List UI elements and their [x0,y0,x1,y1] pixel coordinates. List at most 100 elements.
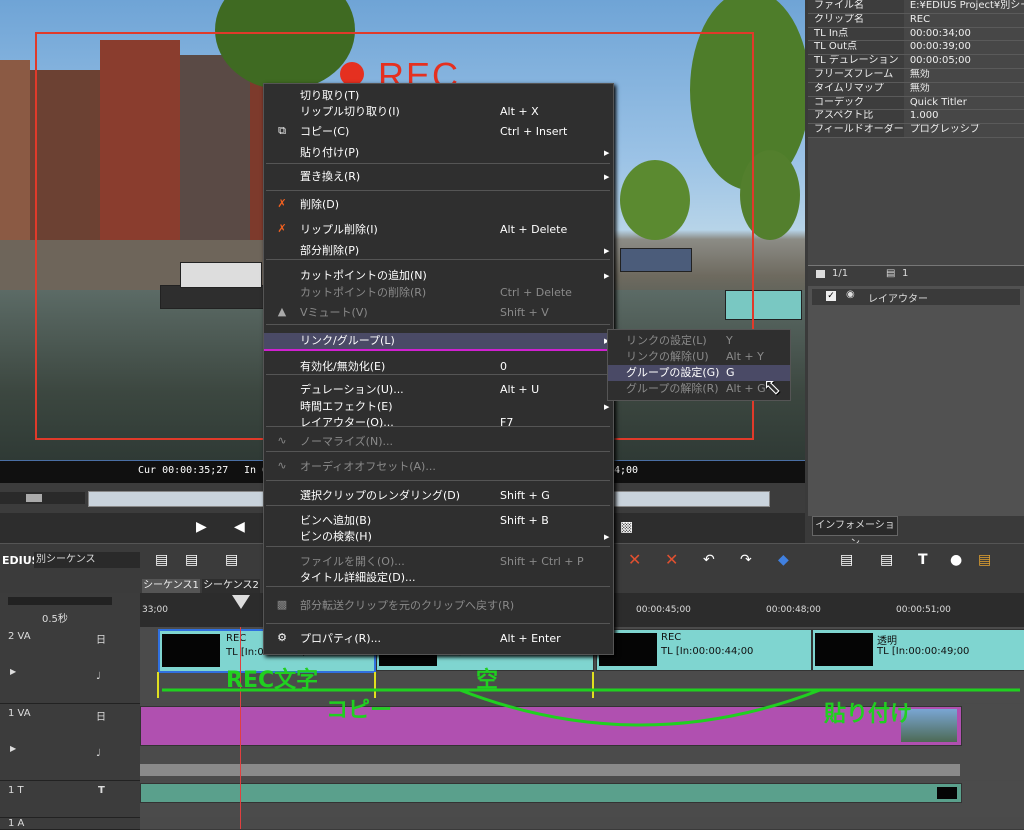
submenu-item-shortcut: Alt + G [726,382,766,395]
menu-item[interactable]: 時間エフェクト(E) ▶ [264,399,613,415]
menu-item: ▩ 部分転送クリップを元のクリップへ戻す(R) [264,598,613,614]
normalize-icon: ∿ [277,434,287,447]
restore-icon: ▩ [276,598,288,611]
menu-item-label: タイトル詳細設定(D)... [300,571,416,584]
menu-item-label: デュレーション(U)... [300,383,404,396]
menu-item-shortcut: Alt + X [500,105,539,118]
menu-item[interactable]: ✗ 削除(D) [264,197,613,213]
audio-offset-icon: ∿ [277,459,287,472]
menu-item-label: プロパティ(R)... [300,632,382,645]
menu-item: カットポイントの削除(R) Ctrl + Delete [264,285,613,301]
menu-item-label: リップル削除(I) [300,223,378,236]
properties-icon: ⚙ [277,631,287,644]
menu-item-label: ファイルを開く(O)... [300,555,405,568]
menu-separator [266,324,610,325]
menu-item-shortcut: Shift + G [500,489,550,502]
vmute-icon: ▲ [277,305,287,318]
menu-item[interactable]: ⚙ プロパティ(R)... Alt + Enter [264,631,613,647]
menu-item-label: 部分転送クリップを元のクリップへ戻す(R) [300,599,515,612]
ripple-delete-icon: ✗ [277,222,287,235]
menu-item-label: リップル切り取り(I) [300,105,400,118]
menu-item-shortcut: 0 [500,360,507,373]
submenu-arrow-icon: ▶ [604,247,610,255]
submenu-item-shortcut: Alt + Y [726,350,764,363]
submenu-arrow-icon: ▶ [604,272,610,280]
menu-separator [266,480,610,481]
menu-item-label: 選択クリップのレンダリング(D) [300,489,461,502]
context-menu: 切り取り(T) リップル切り取り(I) Alt + X ⧉ コピー(C) Ctrl + I… [263,83,614,655]
menu-item-shortcut: Ctrl + Delete [500,286,572,299]
menu-item: ∿ オーディオオフセット(A)... [264,459,613,475]
menu-item-shortcut: Alt + Delete [500,223,568,236]
menu-item-label: 削除(D) [300,198,340,211]
submenu-arrow-icon: ▶ [604,533,610,541]
menu-item: ▲ Vミュート(V) Shift + V [264,305,613,321]
menu-item[interactable]: 有効化/無効化(E) 0 [264,359,613,375]
submenu-item: リンクの設定(L) Y [608,333,790,349]
menu-item[interactable]: タイトル詳細設定(D)... [264,570,613,586]
copy-icon: ⧉ [278,124,286,137]
menu-item-label: オーディオオフセット(A)... [300,460,436,473]
menu-item-shortcut: Ctrl + Insert [500,125,568,138]
submenu-arrow-icon: ▶ [604,403,610,411]
menu-item[interactable]: ⧉ コピー(C) Ctrl + Insert [264,124,613,140]
menu-separator [266,623,610,624]
menu-separator [266,259,610,260]
submenu-item-label: リンクの設定(L) [626,334,707,347]
menu-item-label: Vミュート(V) [300,306,368,319]
menu-item-label: 部分削除(P) [300,244,360,257]
submenu-item-shortcut: Y [726,334,733,347]
submenu-item-label: グループの設定(G) [626,366,720,379]
submenu-arrow-icon: ▶ [604,149,610,157]
menu-separator [266,190,610,191]
menu-item[interactable]: 部分削除(P) ▶ [264,243,613,259]
menu-item[interactable]: ビンの検索(H) ▶ [264,529,613,545]
submenu-item-label: リンクの解除(U) [626,350,709,363]
menu-separator [266,586,610,587]
menu-item[interactable]: リップル切り取り(I) Alt + X [264,104,613,120]
menu-item[interactable]: ビンへ追加(B) Shift + B [264,513,613,529]
menu-item-label: 有効化/無効化(E) [300,360,386,373]
annotation-kara: 空 [476,668,499,693]
menu-separator [266,546,610,547]
menu-item[interactable]: レイアウター(O)... F7 [264,415,613,431]
menu-item-label: ビンの検索(H) [300,530,372,543]
menu-item-label: コピー(C) [300,125,350,138]
menu-item[interactable]: 選択クリップのレンダリング(D) Shift + G [264,488,613,504]
menu-item-label: 時間エフェクト(E) [300,400,393,413]
menu-item-label: 置き換え(R) [300,170,361,183]
menu-separator [266,505,610,506]
menu-item-label: カットポイントの削除(R) [300,286,427,299]
menu-item[interactable]: 置き換え(R) ▶ [264,169,613,185]
menu-item-label: ノーマライズ(N)... [300,435,393,448]
menu-item-shortcut: Shift + Ctrl + P [500,555,584,568]
menu-item-shortcut: Alt + U [500,383,540,396]
submenu-item-shortcut: G [726,366,735,379]
menu-separator [266,451,610,452]
annotation-copy: コピー [326,698,393,723]
menu-item[interactable]: デュレーション(U)... Alt + U [264,382,613,398]
menu-item-label: リンク/グループ(L) [300,334,395,347]
menu-item-label: レイアウター(O)... [300,416,394,429]
menu-item[interactable]: 切り取り(T) [264,88,613,104]
menu-item-shortcut: F7 [500,416,514,429]
menu-item: ∿ ノーマライズ(N)... [264,434,613,450]
copy-paste-arc [459,688,821,727]
mouse-cursor-icon: ⬁ [763,375,782,400]
submenu-item: リンクの解除(U) Alt + Y [608,349,790,365]
submenu-arrow-icon: ▶ [604,173,610,181]
menu-item[interactable]: カットポイントの追加(N) ▶ [264,268,613,284]
menu-item-shortcut: Shift + V [500,306,549,319]
menu-item[interactable]: リンク/グループ(L)▶ [264,333,613,351]
submenu-item-label: グループの解除(R) [626,382,719,395]
menu-item-shortcut: Alt + Enter [500,632,561,645]
menu-item-shortcut: Shift + B [500,514,549,527]
menu-item[interactable]: ✗ リップル削除(I) Alt + Delete [264,222,613,238]
menu-item[interactable]: 貼り付け(P) ▶ [264,145,613,161]
delete-icon: ✗ [277,197,287,210]
annotation-rec-moji: REC文字 [226,668,319,693]
menu-item: ファイルを開く(O)... Shift + Ctrl + P [264,554,613,570]
menu-item-label: 切り取り(T) [300,89,360,102]
menu-item-label: カットポイントの追加(N) [300,269,427,282]
menu-item-label: 貼り付け(P) [300,146,360,159]
